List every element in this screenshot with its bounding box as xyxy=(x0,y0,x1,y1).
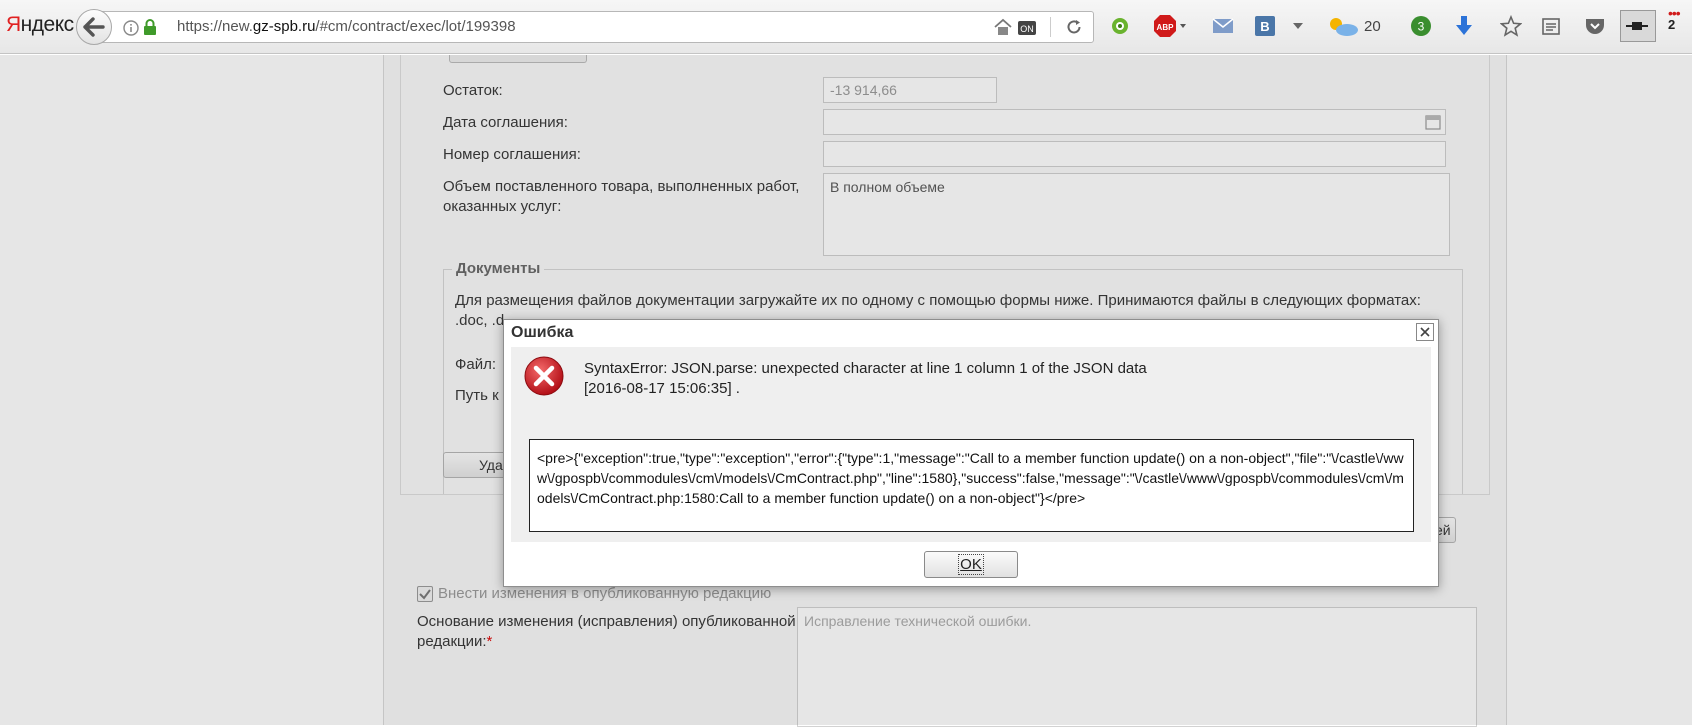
dialog-title: Ошибка xyxy=(511,324,574,341)
close-icon xyxy=(1420,327,1430,337)
url-prefix: https://new. xyxy=(177,18,253,35)
mail-icon[interactable] xyxy=(1212,12,1234,40)
error-message: SyntaxError: JSON.parse: unexpected char… xyxy=(584,359,1147,399)
error-message-line1: SyntaxError: JSON.parse: unexpected char… xyxy=(584,360,1147,377)
weather-icon xyxy=(1330,18,1358,36)
dialog-body: SyntaxError: JSON.parse: unexpected char… xyxy=(511,347,1431,542)
error-detail-box: <pre>{"exception":true,"type":"exception… xyxy=(529,439,1414,532)
reload-icon[interactable] xyxy=(1065,18,1083,39)
error-icon xyxy=(523,355,565,400)
lock-icon[interactable] xyxy=(143,19,157,39)
dialog-close-button[interactable] xyxy=(1416,323,1434,341)
url-domain: gz-spb.ru xyxy=(252,18,316,35)
adblock-icon[interactable]: ABP xyxy=(1153,12,1187,40)
error-message-line2: [2016-08-17 15:06:35] . xyxy=(584,380,740,397)
ok-button[interactable]: OK xyxy=(924,551,1018,578)
svg-text:В: В xyxy=(1260,19,1269,34)
error-dialog: Ошибка SyntaxError: JSON.parse: unexpect… xyxy=(503,319,1439,587)
svg-text:ABP: ABP xyxy=(1157,23,1175,32)
download-icon[interactable] xyxy=(1455,12,1473,40)
url-path: /#cm/contract/exec/lot/199398 xyxy=(315,18,516,35)
url-text[interactable]: https://new.gz-spb.ru/#cm/contract/exec/… xyxy=(177,18,516,35)
overflow-menu[interactable]: ••• 2 xyxy=(1668,6,1681,36)
info-icon[interactable] xyxy=(123,20,139,39)
vk-icon[interactable]: В xyxy=(1255,12,1275,40)
weather-temperature: 20 xyxy=(1364,17,1381,35)
browser-brand-logo[interactable]: Яндекс xyxy=(6,13,74,37)
notification-badge[interactable]: 3 xyxy=(1410,12,1432,40)
back-button[interactable] xyxy=(76,9,112,45)
pin-tab-icon[interactable] xyxy=(1620,10,1656,42)
bookmark-star-icon[interactable] xyxy=(1500,12,1522,40)
extension-gear-icon[interactable] xyxy=(1108,12,1132,40)
browser-toolbar: Яндекс https://new.gz-spb.ru/#cm/contrac… xyxy=(0,0,1692,54)
overflow-count: 2 xyxy=(1668,17,1676,32)
url-separator xyxy=(1050,17,1051,37)
on-toggle-icon[interactable]: ON xyxy=(1017,20,1037,39)
home-icon[interactable] xyxy=(993,18,1013,39)
chevron-down-icon[interactable] xyxy=(1293,12,1303,40)
badge-count-text: 3 xyxy=(1418,20,1425,34)
arrow-left-icon xyxy=(83,17,105,37)
ok-button-label: OK xyxy=(958,554,984,575)
svg-text:ON: ON xyxy=(1020,24,1034,34)
reading-list-icon[interactable] xyxy=(1541,12,1561,40)
address-bar[interactable]: https://new.gz-spb.ru/#cm/contract/exec/… xyxy=(96,11,1094,43)
pocket-icon[interactable] xyxy=(1584,12,1606,40)
brand-text: ндекс xyxy=(20,13,74,36)
weather-widget[interactable]: 20 xyxy=(1326,12,1381,40)
